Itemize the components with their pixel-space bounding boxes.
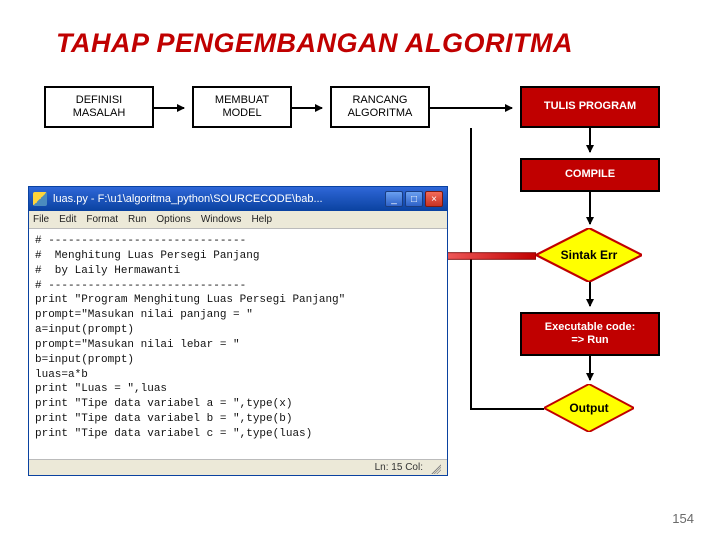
menu-options[interactable]: Options: [156, 214, 190, 225]
close-button[interactable]: ×: [425, 191, 443, 207]
decision-output: Output: [544, 384, 634, 432]
arrow-tulis-compile: [589, 128, 591, 152]
step-executable: Executable code:=> Run: [520, 312, 660, 356]
menu-run[interactable]: Run: [128, 214, 146, 225]
python-icon: [33, 192, 47, 206]
step-rancang-algoritma: RANCANGALGORITMA: [330, 86, 430, 128]
arrow-3: [430, 107, 512, 109]
editor-menubar: File Edit Format Run Options Windows Hel…: [29, 211, 447, 229]
arrow-exec-output: [589, 356, 591, 380]
editor-window: luas.py - F:\u1\algoritma_python\SOURCEC…: [28, 186, 448, 476]
menu-edit[interactable]: Edit: [59, 214, 76, 225]
step-membuat-model: MEMBUATMODEL: [192, 86, 292, 128]
editor-statusbar: Ln: 15 Col:: [29, 459, 447, 475]
line-back-bottom: [470, 408, 544, 410]
arrow-2: [292, 107, 322, 109]
maximize-button[interactable]: □: [405, 191, 423, 207]
editor-titlebar[interactable]: luas.py - F:\u1\algoritma_python\SOURCEC…: [29, 187, 447, 211]
menu-file[interactable]: File: [33, 214, 49, 225]
page-title: TAHAP PENGEMBANGAN ALGORITMA: [56, 28, 573, 59]
page-number: 154: [672, 511, 694, 526]
decision-sintak-label: Sintak Err: [536, 228, 642, 282]
decision-sintak-err: Sintak Err: [536, 228, 642, 282]
arrow-compile-sintak: [589, 192, 591, 224]
menu-format[interactable]: Format: [86, 214, 118, 225]
step-definisi: DEFINISIMASALAH: [44, 86, 154, 128]
arrow-sintak-exec: [589, 282, 591, 306]
step-tulis-program: TULIS PROGRAM: [520, 86, 660, 128]
editor-title-text: luas.py - F:\u1\algoritma_python\SOURCEC…: [53, 193, 379, 205]
minimize-button[interactable]: _: [385, 191, 403, 207]
resize-grip-icon[interactable]: [429, 462, 441, 474]
window-buttons: _ □ ×: [385, 191, 443, 207]
arrow-1: [154, 107, 184, 109]
decision-output-label: Output: [544, 384, 634, 432]
menu-help[interactable]: Help: [251, 214, 272, 225]
line-back-vertical: [470, 128, 472, 408]
step-compile: COMPILE: [520, 158, 660, 192]
code-area[interactable]: # ------------------------------ # Mengh…: [29, 229, 447, 459]
status-text: Ln: 15 Col:: [375, 462, 423, 473]
menu-windows[interactable]: Windows: [201, 214, 242, 225]
